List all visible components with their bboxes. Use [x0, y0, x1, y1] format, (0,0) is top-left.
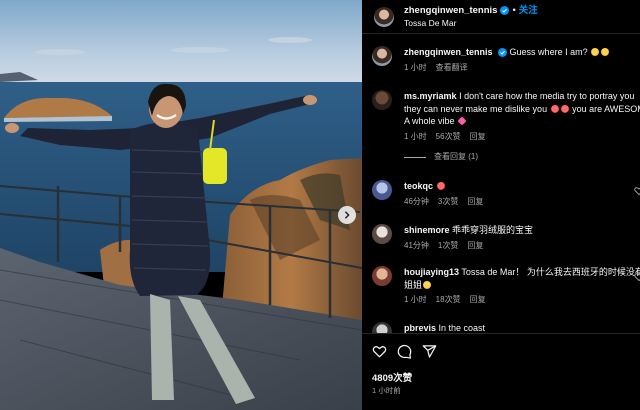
- next-photo-button[interactable]: [338, 206, 356, 224]
- comment-text: Tossa de Mar！ 为什么我去西班牙的时候没有: [461, 267, 640, 277]
- action-bar: [372, 344, 437, 359]
- post-photo: [0, 0, 362, 410]
- chevron-right-icon: [344, 211, 350, 219]
- view-replies-label: 查看回复 (1): [434, 152, 478, 161]
- post-footer: 4809次赞 1 小时前: [362, 333, 640, 410]
- like-comment-heart-icon[interactable]: [634, 272, 640, 282]
- reply-button[interactable]: 回复: [470, 132, 486, 141]
- pink-heart-emoji-icon: [457, 116, 467, 126]
- share-icon[interactable]: [422, 344, 437, 359]
- caption-username[interactable]: zhengqinwen_tennis: [404, 47, 493, 57]
- like-comment-heart-icon[interactable]: [634, 186, 640, 196]
- comment-username[interactable]: ms.myriamk: [404, 91, 457, 101]
- comment-likes[interactable]: 1次赞: [438, 241, 458, 250]
- heart-icon[interactable]: [372, 344, 387, 359]
- comment-text: A whole vibe: [404, 116, 455, 126]
- comment-text: 乖乖穿羽绒服的宝宝: [452, 225, 534, 235]
- comment-text: you are AWESOME: [572, 103, 640, 114]
- comment-likes[interactable]: 3次赞: [438, 197, 458, 206]
- commenter-avatar[interactable]: [372, 224, 392, 244]
- comment-username[interactable]: teokqc: [404, 181, 433, 191]
- comment-time: 1 小时: [404, 131, 427, 141]
- post-location[interactable]: Tossa De Mar: [404, 17, 538, 30]
- photo-scene: [0, 0, 362, 410]
- commenter-avatar[interactable]: [372, 266, 392, 286]
- comment-likes[interactable]: 56次赞: [436, 132, 461, 141]
- comment-likes[interactable]: 18次赞: [436, 295, 461, 304]
- comment-time: 46分钟: [404, 196, 429, 206]
- post-header: zhengqinwen_tennis • 关注 Tossa De Mar: [362, 0, 640, 34]
- verified-badge-icon: [498, 48, 508, 58]
- comment-text: they can never make me dislike you: [404, 103, 548, 114]
- instagram-post: zhengqinwen_tennis • 关注 Tossa De Mar zhe…: [0, 0, 640, 410]
- post-time: 1 小时前: [372, 386, 401, 395]
- comment-text: In the coast: [438, 323, 486, 333]
- grin-emoji-icon: [423, 280, 432, 289]
- separator-dot: •: [512, 4, 516, 16]
- like-count[interactable]: 4809次赞: [372, 370, 412, 384]
- comment-text: 姐姐: [404, 279, 423, 290]
- reply-button[interactable]: 回复: [470, 295, 486, 304]
- reply-button[interactable]: 回复: [467, 197, 483, 206]
- view-replies-button[interactable]: 查看回复 (1): [404, 151, 640, 164]
- commenter-avatar[interactable]: [372, 90, 392, 110]
- heart-eyes-emoji-icon: [436, 182, 445, 190]
- author-username[interactable]: zhengqinwen_tennis: [404, 4, 497, 17]
- comment-username[interactable]: houjiaying13: [404, 267, 459, 277]
- reply-button[interactable]: 回复: [467, 241, 483, 250]
- comment-time: 41分钟: [404, 240, 429, 250]
- verified-badge-icon: [500, 5, 510, 15]
- comment-text: I don't care how the media try to portra…: [459, 91, 635, 101]
- translate-link[interactable]: 查看翻译: [436, 63, 468, 72]
- commenter-avatar[interactable]: [372, 180, 392, 200]
- grin-emoji-icon: [591, 48, 600, 56]
- heart-eyes-emoji-icon: [550, 104, 559, 113]
- follow-button[interactable]: 关注: [519, 4, 538, 17]
- replies-line: [404, 156, 426, 158]
- comment-username[interactable]: pbrevis: [404, 323, 436, 333]
- comment-time: 1 小时: [404, 295, 427, 304]
- comments-list[interactable]: zhengqinwen_tennis Guess where I am? 1 小…: [362, 40, 640, 340]
- heart-eyes-emoji-icon: [560, 104, 569, 113]
- comments-panel: zhengqinwen_tennis • 关注 Tossa De Mar zhe…: [362, 0, 640, 410]
- grin-emoji-icon: [601, 48, 610, 56]
- author-avatar[interactable]: [374, 6, 394, 27]
- comment-username[interactable]: shinemore: [404, 225, 450, 235]
- caption-time: 1 小时: [404, 62, 427, 72]
- caption-avatar[interactable]: [372, 46, 392, 66]
- caption-text: Guess where I am?: [509, 47, 588, 57]
- comment-icon[interactable]: [397, 344, 412, 359]
